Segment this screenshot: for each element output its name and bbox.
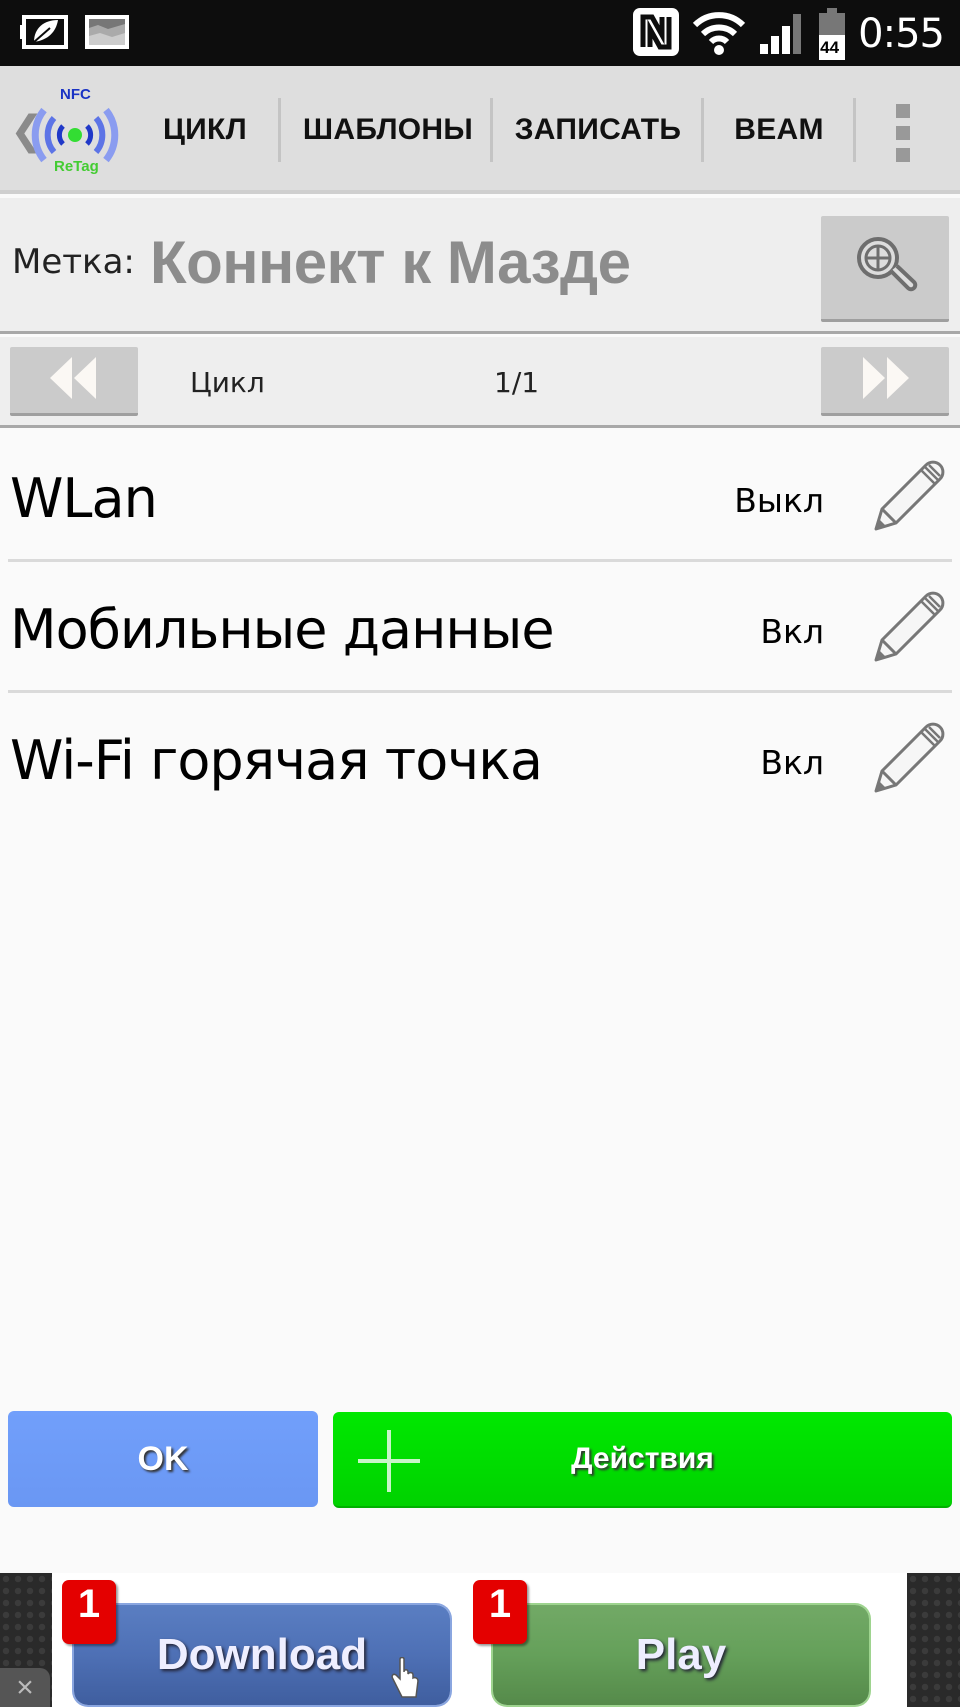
ad-banner[interactable]: × Download 1 Play 1 — [0, 1573, 960, 1707]
action-name: WLan — [10, 467, 158, 530]
gallery-notification-icon — [84, 14, 130, 55]
overflow-menu-icon[interactable] — [896, 104, 916, 162]
tab-write[interactable]: ЗАПИСАТЬ — [494, 66, 702, 194]
cycle-position: 1/1 — [494, 366, 540, 399]
badge-count: 1 — [77, 1582, 101, 1626]
app-logo[interactable]: NFC ReTag — [30, 86, 120, 178]
action-bar: ❮ NFC ReTag ЦИКЛ ШАБЛОНЫ ЗАПИСАТЬ BEAM — [0, 66, 960, 194]
hand-cursor-icon — [390, 1656, 420, 1707]
eco-battery-icon — [20, 14, 70, 55]
add-action-label: Действия — [571, 1442, 714, 1475]
signal-icon — [758, 10, 806, 59]
tab-write-label: ЗАПИСАТЬ — [514, 113, 682, 146]
tab-beam[interactable]: BEAM — [705, 66, 853, 194]
tab-divider — [490, 98, 493, 162]
ad-right-pattern — [907, 1573, 960, 1707]
ad-play-label: Play — [635, 1630, 727, 1679]
action-value: Вкл — [760, 612, 824, 651]
tab-divider — [278, 98, 281, 162]
plus-icon — [358, 1430, 420, 1492]
list-item[interactable]: WLan Выкл — [0, 431, 960, 562]
next-button[interactable] — [821, 347, 949, 416]
list-item[interactable]: Wi-Fi горячая точка Вкл — [0, 693, 960, 824]
action-list: WLan Выкл Мобильные данные Вкл Wi-Fi гор… — [0, 431, 960, 824]
ok-button-label: OK — [137, 1439, 189, 1478]
clock: 0:55 — [858, 11, 945, 57]
wifi-icon — [692, 9, 746, 60]
pencil-icon[interactable] — [868, 457, 948, 537]
logo-nfc-text: NFC — [60, 86, 91, 103]
tab-divider — [853, 98, 856, 162]
previous-button[interactable] — [10, 347, 138, 416]
tab-cycle[interactable]: ЦИКЛ — [140, 66, 270, 194]
action-name: Мобильные данные — [10, 598, 555, 661]
list-item[interactable]: Мобильные данные Вкл — [0, 562, 960, 693]
close-icon: × — [16, 1670, 34, 1704]
battery-icon: 44 — [818, 8, 846, 60]
tab-templates-label: ШАБЛОНЫ — [302, 113, 474, 146]
ok-button[interactable]: OK — [8, 1411, 318, 1507]
ad-download-label: Download — [156, 1630, 368, 1679]
ad-play-button[interactable]: Play — [493, 1605, 869, 1705]
action-name: Wi-Fi горячая точка — [10, 729, 543, 792]
tab-cycle-label: ЦИКЛ — [162, 113, 248, 146]
logo-retag-text: ReTag — [54, 158, 99, 175]
tab-beam-label: BEAM — [734, 113, 824, 146]
battery-level: 44 — [820, 38, 840, 57]
tag-name[interactable]: Коннект к Мазде — [150, 228, 631, 297]
badge-count: 1 — [488, 1582, 512, 1626]
tab-templates[interactable]: ШАБЛОНЫ — [284, 66, 492, 194]
tag-label: Метка: — [12, 242, 135, 282]
pencil-icon[interactable] — [868, 719, 948, 799]
ad-play-badge: 1 — [473, 1580, 527, 1644]
status-bar: 44 0:55 — [0, 0, 960, 66]
ad-download-button[interactable]: Download — [74, 1605, 450, 1705]
nfc-icon — [632, 7, 680, 62]
cycle-label: Цикл — [190, 366, 265, 399]
magnifier-icon — [850, 232, 920, 303]
action-value: Выкл — [734, 481, 824, 520]
action-value: Вкл — [760, 743, 824, 782]
zoom-tag-button[interactable] — [821, 216, 949, 322]
pencil-icon[interactable] — [868, 588, 948, 668]
fast-forward-icon — [857, 356, 913, 404]
tab-divider — [701, 98, 704, 162]
cycle-navigator — [0, 337, 960, 428]
ad-download-badge: 1 — [62, 1580, 116, 1644]
add-action-button[interactable]: Действия — [333, 1412, 952, 1508]
rewind-icon — [46, 356, 102, 404]
ad-close-button[interactable]: × — [0, 1668, 50, 1707]
